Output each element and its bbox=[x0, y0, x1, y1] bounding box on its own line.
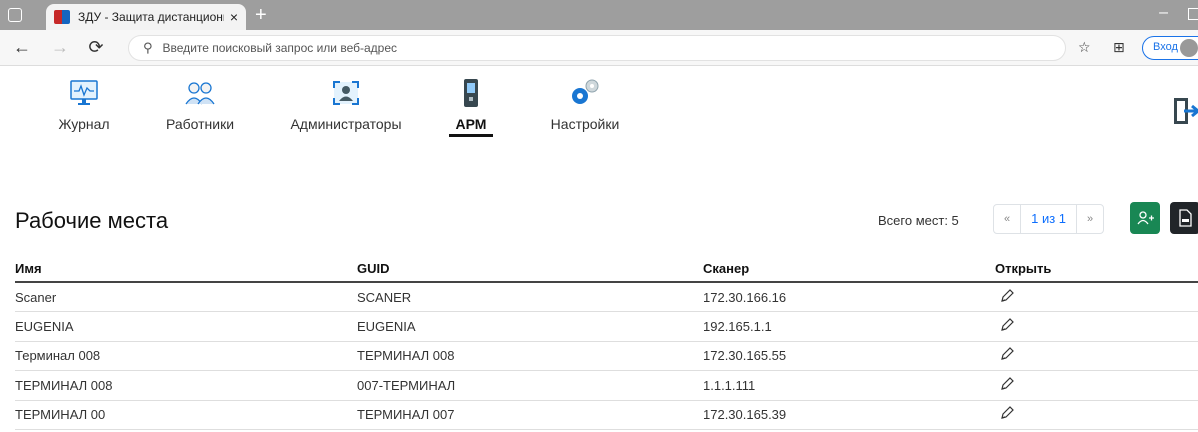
users-icon bbox=[160, 78, 240, 108]
workstations-table: Имя GUID Сканер Открыть Scaner SCANER 172.… bbox=[15, 256, 1198, 430]
window-menu-icon[interactable] bbox=[8, 8, 22, 22]
site-favicon-icon bbox=[54, 10, 70, 24]
total-count: Всего мест: 5 bbox=[878, 213, 959, 228]
nav-label: Журнал bbox=[58, 116, 110, 132]
exit-icon[interactable] bbox=[1172, 96, 1198, 131]
export-csv-button[interactable] bbox=[1170, 202, 1198, 234]
nav-label: Работники bbox=[165, 116, 235, 132]
table-row: ТЕРМИНАЛ 008 007-ТЕРМИНАЛ 1.1.1.111 bbox=[15, 370, 1198, 401]
edit-pencil-icon[interactable] bbox=[999, 288, 1015, 307]
cell-open bbox=[995, 400, 1198, 430]
edit-pencil-icon[interactable] bbox=[999, 405, 1015, 424]
tab-title: ЗДУ - Защита дистанционного bbox=[78, 10, 224, 24]
cell-scanner: 192.165.1.1 bbox=[703, 311, 995, 342]
nav-label: АРМ bbox=[455, 116, 487, 132]
table-row: ТЕРМИНАЛ 00 ТЕРМИНАЛ 007 172.30.165.39 bbox=[15, 400, 1198, 430]
nav-label: Настройки bbox=[550, 116, 620, 132]
url-placeholder: Введите поисковый запрос или веб-адрес bbox=[162, 41, 397, 55]
cell-scanner: 1.1.1.111 bbox=[703, 370, 995, 401]
pager-current[interactable]: 1 из 1 bbox=[1021, 205, 1078, 233]
cell-scanner: 172.30.166.16 bbox=[703, 282, 995, 312]
column-header-open: Открыть bbox=[995, 256, 1198, 283]
address-bar: ← → ⟳ ⚲ Введите поисковый запрос или веб… bbox=[0, 30, 1198, 66]
edit-pencil-icon[interactable] bbox=[999, 317, 1015, 336]
table-row: Терминал 008 ТЕРМИНАЛ 008 172.30.165.55 bbox=[15, 341, 1198, 371]
column-header-name[interactable]: Имя bbox=[15, 256, 357, 283]
cell-guid: ТЕРМИНАЛ 007 bbox=[357, 400, 703, 430]
browser-tab[interactable]: ЗДУ - Защита дистанционного × bbox=[46, 4, 246, 30]
pager-prev-button[interactable]: « bbox=[994, 205, 1022, 233]
cell-name: EUGENIA bbox=[15, 311, 357, 342]
browser-titlebar: ЗДУ - Защита дистанционного × + – bbox=[0, 0, 1198, 30]
back-icon[interactable]: ← bbox=[8, 37, 36, 58]
cell-name: ТЕРМИНАЛ 00 bbox=[15, 400, 357, 430]
cell-scanner: 172.30.165.55 bbox=[703, 341, 995, 371]
nav-item-workers[interactable]: Работники bbox=[160, 78, 240, 132]
new-tab-button[interactable]: + bbox=[255, 5, 267, 25]
cell-guid: SCANER bbox=[357, 282, 703, 312]
csv-file-icon bbox=[1179, 209, 1192, 227]
cell-open bbox=[995, 311, 1198, 342]
table-header-row: Имя GUID Сканер Открыть bbox=[15, 256, 1198, 283]
cell-name: ТЕРМИНАЛ 008 bbox=[15, 370, 357, 401]
url-input[interactable]: ⚲ Введите поисковый запрос или веб-адрес bbox=[128, 35, 1066, 61]
cell-guid: EUGENIA bbox=[357, 311, 703, 342]
cell-open bbox=[995, 370, 1198, 401]
monitor-icon bbox=[52, 78, 116, 108]
collections-icon[interactable]: ⊞ bbox=[1113, 39, 1125, 56]
pagination: « 1 из 1 » bbox=[993, 204, 1105, 234]
column-header-scanner[interactable]: Сканер bbox=[703, 256, 995, 283]
table-row: EUGENIA EUGENIA 192.165.1.1 bbox=[15, 311, 1198, 342]
minimize-icon[interactable]: – bbox=[1159, 4, 1168, 22]
cell-scanner: 172.30.165.39 bbox=[703, 400, 995, 430]
cell-open bbox=[995, 341, 1198, 371]
table-row: Scaner SCANER 172.30.166.16 bbox=[15, 282, 1198, 312]
nav-item-admins[interactable]: Администраторы bbox=[286, 78, 406, 132]
edit-pencil-icon[interactable] bbox=[999, 346, 1015, 365]
add-workstation-button[interactable] bbox=[1130, 202, 1160, 234]
column-header-guid[interactable]: GUID bbox=[357, 256, 703, 283]
cell-guid: 007-ТЕРМИНАЛ bbox=[357, 370, 703, 401]
page-title: Рабочие места bbox=[15, 208, 169, 233]
nav-item-arm[interactable]: АРМ bbox=[446, 78, 496, 137]
cell-name: Scaner bbox=[15, 282, 357, 312]
search-icon: ⚲ bbox=[143, 40, 153, 55]
reload-icon[interactable]: ⟳ bbox=[82, 37, 110, 58]
maximize-icon[interactable] bbox=[1188, 8, 1198, 20]
app-nav: Журнал Работники Администраторы АРМ Наст… bbox=[0, 66, 1198, 166]
nav-item-settings[interactable]: Настройки bbox=[550, 78, 620, 132]
cell-guid: ТЕРМИНАЛ 008 bbox=[357, 341, 703, 371]
pager-next-button[interactable]: » bbox=[1077, 205, 1103, 233]
nav-label: Администраторы bbox=[290, 116, 402, 132]
nav-item-journal[interactable]: Журнал bbox=[52, 78, 116, 132]
add-user-icon bbox=[1137, 211, 1154, 225]
active-tab-indicator bbox=[449, 134, 493, 137]
gear-icon bbox=[550, 78, 620, 108]
edit-pencil-icon[interactable] bbox=[999, 376, 1015, 395]
workstation-icon bbox=[446, 78, 496, 108]
forward-icon[interactable]: → bbox=[46, 37, 74, 58]
tab-close-icon[interactable]: × bbox=[230, 9, 238, 25]
favorites-icon[interactable]: ☆ bbox=[1078, 39, 1091, 56]
admin-scan-icon bbox=[286, 78, 406, 108]
cell-name: Терминал 008 bbox=[15, 341, 357, 371]
avatar-icon[interactable] bbox=[1180, 39, 1198, 57]
cell-open bbox=[995, 282, 1198, 312]
